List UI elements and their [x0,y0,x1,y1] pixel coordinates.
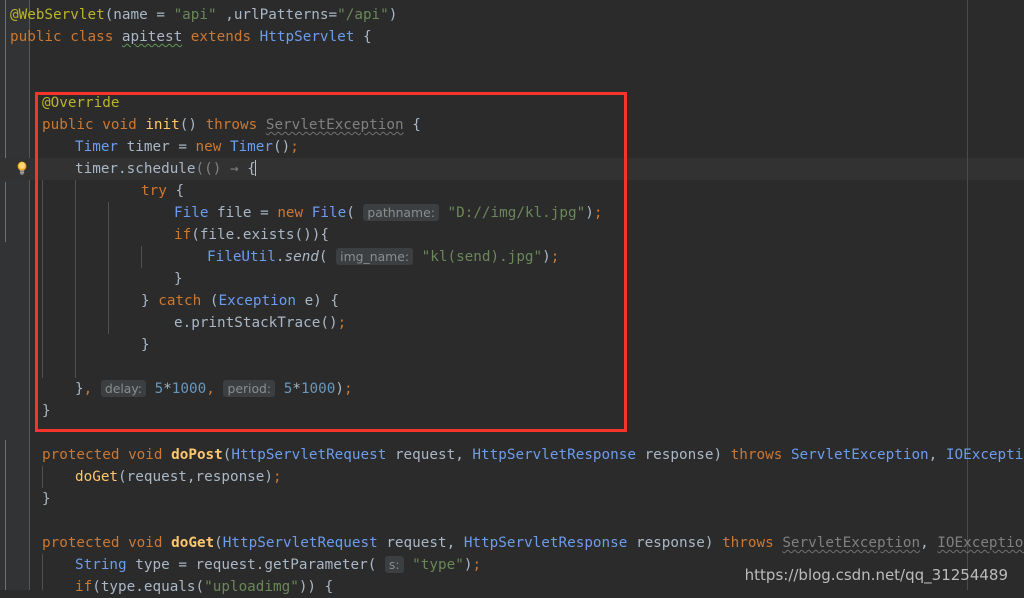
code-line-14: } catch (Exception e) { [141,293,339,309]
code-line-5: @Override [42,95,120,111]
code-line-26: String type = request.getParameter( s: "… [75,556,482,573]
code-line-18: }, delay: 5*1000, period: 5*1000); [75,380,353,397]
code-line-11: if(file.exists()){ [174,227,329,243]
code-line-23: } [42,491,51,507]
lightbulb-intention-icon[interactable] [14,160,30,176]
code-line-15: e.printStackTrace(); [174,315,347,331]
code-line-22: doGet(request,response); [75,469,282,485]
code-line-27: if(type.equals("uploadimg")) { [75,579,334,595]
parameter-hint-img-name: img_name: [336,248,414,265]
code-line-21: protected void doPost(HttpServletRequest… [42,447,1024,463]
code-line-25: protected void doGet(HttpServletRequest … [42,535,1024,551]
code-line-19: } [42,403,51,419]
code-line-13: } [174,271,183,287]
parameter-hint-period: period: [223,380,276,397]
parameter-hint-delay: delay: [100,380,146,397]
code-line-10: File file = new File( pathname: "D://img… [174,204,603,221]
parameter-hint-pathname: pathname: [363,204,439,221]
csdn-watermark: https://blog.csdn.net/qq_31254489 [744,566,1008,584]
code-editor[interactable]: @WebServlet(name = "api" ,urlPatterns="/… [0,0,1024,595]
parameter-hint-s: s: [384,556,404,573]
code-line-9: try { [141,183,185,199]
code-line-7: Timer timer = new Timer(); [75,139,299,155]
code-line-16: } [141,337,150,353]
code-line-12: FileUtil.send( img_name: "kl(send).jpg")… [207,248,560,265]
text-caret [254,160,256,176]
code-line-2: public class apitest extends HttpServlet… [10,29,372,45]
code-text-layer[interactable]: @WebServlet(name = "api" ,urlPatterns="/… [0,0,1024,595]
code-line-6: public void init() throws ServletExcepti… [42,117,421,133]
code-line-8: timer.schedule(() → { [75,160,256,177]
code-line-1: @WebServlet(name = "api" ,urlPatterns="/… [10,7,398,23]
